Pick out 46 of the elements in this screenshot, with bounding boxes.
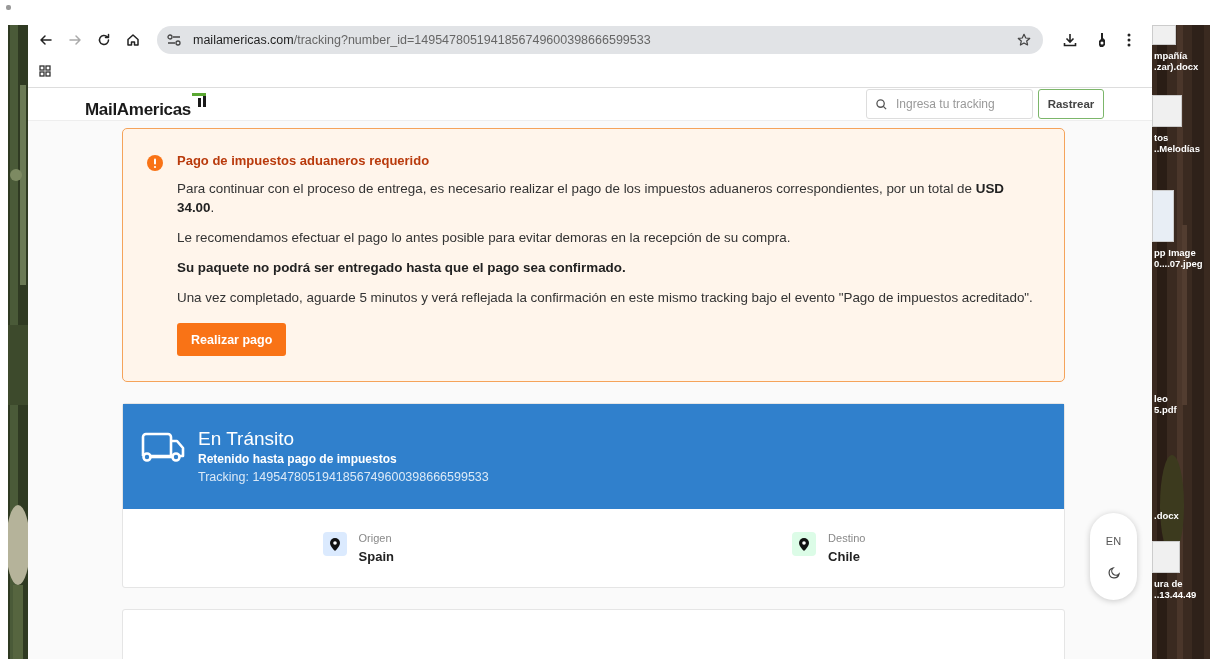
download-icon[interactable] bbox=[1063, 33, 1077, 47]
file-name[interactable]: mpañía bbox=[1154, 50, 1188, 61]
search-field[interactable]: Ingresa tu tracking bbox=[866, 89, 1033, 119]
bookmark-star-icon[interactable] bbox=[1017, 33, 1031, 47]
address-bar[interactable]: mailamericas.com/tracking?number_id=1495478051941856749600398666599533 bbox=[157, 26, 1043, 54]
status-title: En Tránsito bbox=[198, 428, 296, 450]
home-icon[interactable] bbox=[125, 32, 141, 48]
place-label: Destino bbox=[828, 532, 866, 544]
file-name[interactable]: ura de bbox=[1154, 578, 1183, 589]
status-subtitle: Retenido hasta pago de impuestos bbox=[198, 452, 398, 466]
place-value: Spain bbox=[358, 549, 394, 564]
file-name[interactable]: ..Melodías bbox=[1154, 143, 1200, 154]
file-name[interactable]: ..13.44.49 bbox=[1154, 589, 1197, 600]
track-button[interactable]: Rastrear bbox=[1038, 89, 1104, 119]
warning-icon bbox=[147, 155, 163, 171]
file-name[interactable]: tos bbox=[1154, 132, 1169, 143]
alert-text: Su paquete no podrá ser entregado hasta que el pago sea confirmado. bbox=[177, 259, 626, 277]
place-value: Chile bbox=[828, 549, 861, 564]
file-name[interactable]: leo bbox=[1154, 393, 1168, 404]
site-settings-icon[interactable] bbox=[167, 34, 181, 46]
extension-icon[interactable] bbox=[1097, 32, 1107, 48]
moon-icon[interactable] bbox=[1107, 566, 1120, 579]
file-name[interactable]: pp Image bbox=[1154, 247, 1196, 258]
back-arrow-icon[interactable] bbox=[38, 32, 54, 48]
document-thumbnail-icon[interactable] bbox=[1152, 25, 1176, 45]
file-name[interactable]: 5.pdf bbox=[1154, 404, 1177, 415]
place-label: Origen bbox=[358, 532, 393, 544]
tracking-number: Tracking: 1495478051941856749600398666599533 bbox=[198, 470, 489, 484]
file-name[interactable]: 0....07.jpeg bbox=[1154, 258, 1203, 269]
menu-icon[interactable] bbox=[1127, 33, 1131, 47]
url-text: mailamericas.com/tracking?number_id=1495478051941856749600398666599533 bbox=[193, 33, 651, 47]
document-thumbnail-icon[interactable] bbox=[1152, 95, 1182, 127]
file-name[interactable]: .zar).docx bbox=[1154, 61, 1199, 72]
logo-text: MailAmericas bbox=[85, 100, 191, 120]
reload-icon[interactable] bbox=[96, 32, 112, 48]
apps-grid-icon[interactable] bbox=[39, 65, 51, 77]
alert-text: Una vez completado, aguarde 5 minutos y verá reflejada la confirmación en este mismo tracking bajo el evento "Pago de impuestos acreditado". bbox=[177, 289, 1033, 307]
document-thumbnail-icon[interactable] bbox=[1152, 541, 1180, 573]
alert-text: Para continuar con el proceso de entrega, es necesario realizar el pago de los impuestos aduaneros correspondientes, por un total de USD 34.00. bbox=[177, 180, 1005, 217]
alert-title: Pago de impuestos aduaneros requerido bbox=[177, 153, 430, 168]
truck-icon bbox=[141, 432, 185, 464]
alert-text: Le recomendamos efectuar el pago lo antes posible para evitar demoras en la recepción de su compra. bbox=[177, 229, 791, 247]
logo-icon bbox=[191, 92, 207, 108]
language-button[interactable]: EN bbox=[1105, 534, 1122, 547]
document-thumbnail-icon[interactable] bbox=[1152, 190, 1174, 242]
file-name[interactable]: .docx bbox=[1154, 510, 1179, 521]
